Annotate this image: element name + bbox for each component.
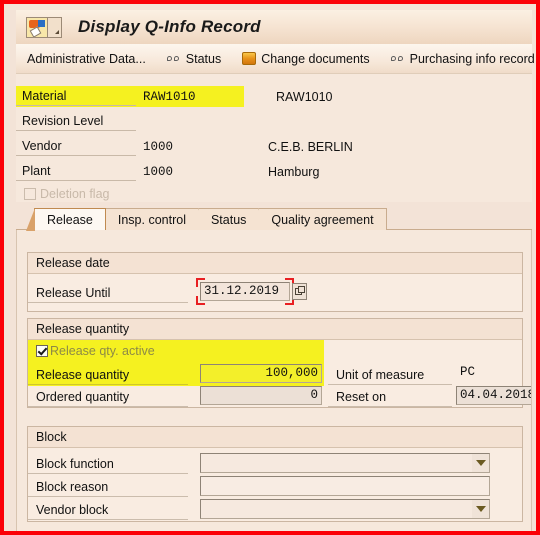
plant-value[interactable]: 1000: [136, 165, 236, 179]
row-block-reason: Block reason: [28, 476, 188, 498]
ordered-quantity-label: Ordered quantity: [28, 387, 188, 407]
checkbox-icon: [24, 188, 36, 200]
reset-on-label: Reset on: [328, 387, 452, 407]
scroll-icon: [242, 52, 257, 65]
release-qty-active-label: Release qty. active: [50, 344, 155, 358]
sap-window: Display Q-Info Record Administrative Dat…: [0, 0, 540, 535]
block-reason-label: Block reason: [28, 477, 188, 497]
release-until-label: Release Until: [28, 283, 188, 303]
toolbar-item-change-documents[interactable]: Change documents: [242, 52, 370, 66]
toolbar-item-label: Purchasing info record: [409, 51, 535, 66]
plant-label: Plant: [16, 162, 136, 181]
vendor-description: C.E.B. BERLIN: [268, 139, 353, 154]
group-title-release-date: Release date: [28, 253, 522, 274]
material-description: RAW1010: [276, 89, 333, 104]
group-title-block: Block: [28, 427, 522, 448]
vendor-value[interactable]: 1000: [136, 140, 236, 154]
toolbar-item-label: Status: [185, 51, 222, 66]
block-function-dropdown[interactable]: [200, 453, 490, 473]
vendor-block-dropdown[interactable]: [200, 499, 490, 519]
group-block: Block Block function Block reason Vendor…: [27, 426, 523, 522]
header-row-revision-level: Revision Level: [16, 111, 236, 132]
reset-on-input[interactable]: 04.04.2018: [456, 386, 531, 405]
deletion-flag-checkbox[interactable]: Deletion flag: [24, 187, 110, 201]
tab-label: Quality agreement: [271, 213, 374, 227]
material-value[interactable]: RAW1010: [136, 90, 236, 104]
titlebar-icon-group[interactable]: [26, 16, 62, 38]
header-row-plant: Plant 1000 Hamburg: [16, 161, 319, 182]
vendor-block-label: Vendor block: [28, 500, 188, 520]
glasses-icon: [166, 53, 182, 64]
header-fields-area: Material RAW1010 RAW1010 Revision Level …: [16, 74, 532, 202]
release-until-input[interactable]: 31.12.2019: [200, 282, 290, 301]
release-until-input-wrap: 31.12.2019: [196, 278, 294, 305]
row-block-function: Block function: [28, 453, 188, 475]
deletion-flag-label: Deletion flag: [40, 187, 110, 201]
chevron-down-icon[interactable]: [472, 454, 489, 472]
page-title: Display Q-Info Record: [78, 17, 261, 36]
toolbar-item-label: Administrative Data...: [27, 51, 146, 66]
vendor-label: Vendor: [16, 137, 136, 156]
row-unit-of-measure: Unit of measure: [328, 364, 452, 386]
tab-release[interactable]: Release: [26, 208, 106, 231]
block-function-label: Block function: [28, 454, 188, 474]
tab-strip: Release Insp. control Status Quality agr…: [16, 204, 532, 231]
checkbox-checked-icon: [36, 345, 48, 357]
block-reason-input[interactable]: [200, 476, 490, 496]
tab-panel-release: Release date Release Until 31.12.2019 Re…: [16, 230, 532, 531]
tab-label: Release: [47, 213, 93, 227]
header-row-material: Material RAW1010: [16, 86, 244, 107]
row-reset-on: Reset on: [328, 386, 452, 408]
tab-label: Insp. control: [117, 213, 186, 227]
glasses-icon: [390, 53, 406, 64]
release-qty-active-checkbox[interactable]: Release qty. active: [36, 344, 155, 358]
pen-shape: [29, 25, 42, 38]
revision-level-label: Revision Level: [16, 112, 136, 131]
release-quantity-label: Release quantity: [28, 365, 188, 385]
material-label: Material: [16, 87, 136, 106]
tab-insp-control[interactable]: Insp. control: [96, 208, 199, 231]
row-vendor-block: Vendor block: [28, 499, 188, 521]
toolbar-item-label: Change documents: [261, 51, 370, 66]
unit-of-measure-label: Unit of measure: [328, 365, 452, 385]
header-desc-material: RAW1010: [244, 86, 333, 107]
tab-label: Status: [210, 213, 247, 227]
matchcode-icon[interactable]: [292, 283, 307, 300]
toolbar-item-purchasing-info-record[interactable]: Purchasing info record: [390, 51, 536, 66]
group-release-date: Release date Release Until 31.12.2019: [27, 252, 523, 312]
chevron-down-icon[interactable]: [472, 500, 489, 518]
header-row-vendor: Vendor 1000 C.E.B. BERLIN: [16, 136, 353, 157]
group-release-quantity: Release quantity Release qty. active Rel…: [27, 318, 531, 408]
q-info-record-icon[interactable]: [26, 16, 48, 38]
release-quantity-input[interactable]: 100,000: [200, 364, 322, 383]
row-ordered-quantity: Ordered quantity: [28, 386, 188, 408]
row-release-quantity: Release quantity: [28, 364, 188, 386]
dropdown-arrow-icon[interactable]: [48, 16, 62, 38]
unit-of-measure-value: PC: [460, 365, 476, 379]
tab-quality-agreement[interactable]: Quality agreement: [250, 208, 387, 231]
toolbar-item-administrative-data[interactable]: Administrative Data...: [26, 52, 147, 66]
plant-description: Hamburg: [268, 164, 320, 179]
function-toolbar: Administrative Data... Status Change doc…: [16, 44, 535, 74]
window-titlebar: Display Q-Info Record: [16, 10, 532, 44]
ordered-quantity-input[interactable]: 0: [200, 386, 322, 405]
blue-square-shape: [38, 19, 45, 27]
toolbar-item-status[interactable]: Status: [166, 51, 222, 66]
group-title-release-quantity: Release quantity: [28, 319, 522, 340]
